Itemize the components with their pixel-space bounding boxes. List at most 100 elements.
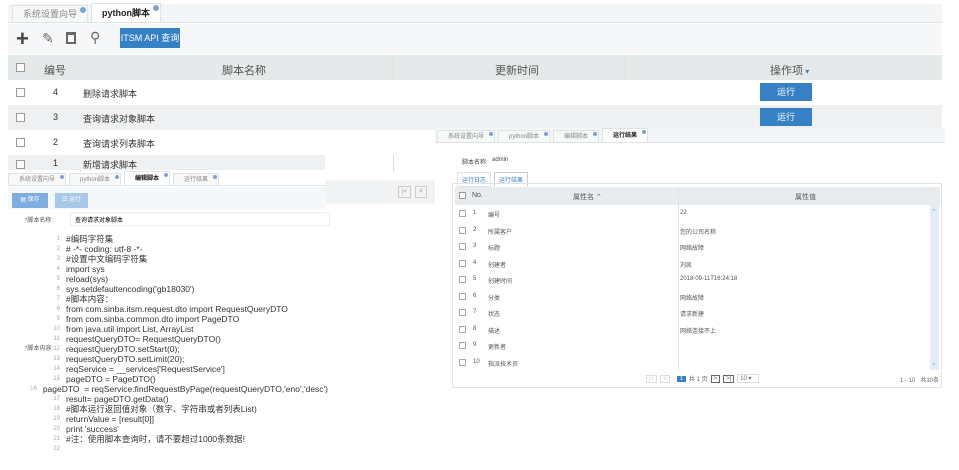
- row-checkbox[interactable]: [16, 160, 25, 169]
- code-line: 21 #注：使用脚本查询时，请不要超过1000条数据!: [53, 434, 245, 444]
- table-row[interactable]: 2 所属客户 您的公司名称: [455, 222, 929, 238]
- result-script-name-label: 脚本名称:: [462, 160, 488, 166]
- code-line: 6 sys.setdefaultencoding('gb18030'): [56, 284, 195, 294]
- run-script-button[interactable]: 运行: [760, 108, 812, 126]
- row-checkbox[interactable]: [459, 243, 466, 250]
- search-icon[interactable]: ⚲: [90, 29, 100, 46]
- pencil-icon[interactable]: ✎: [42, 30, 54, 47]
- list-icon: ☰: [61, 197, 70, 203]
- code-line: 12 requestQueryDTO.setStart(0);: [53, 344, 180, 354]
- tab-run-result[interactable]: 运行结果: [602, 128, 649, 142]
- run-script-button[interactable]: 运行: [760, 83, 812, 101]
- run-button[interactable]: ☰ 运行: [55, 193, 88, 208]
- close-icon[interactable]: [153, 5, 160, 11]
- code-line: 17 result= pageDTO.getData(): [53, 394, 169, 404]
- code-line: 7 #脚本内容：: [56, 294, 114, 304]
- code-line: 8 from com.sinba.itsm.request.dto import …: [56, 304, 288, 314]
- row-checkbox[interactable]: [459, 226, 466, 234]
- pager-first-button[interactable]: |<: [646, 374, 658, 383]
- select-all-checkbox[interactable]: [16, 63, 25, 72]
- close-icon[interactable]: [642, 130, 647, 134]
- table-row[interactable]: 1 新增请求脚本: [8, 155, 325, 170]
- table-row[interactable]: 4 创建者 刘凯: [455, 255, 929, 271]
- plus-icon[interactable]: +: [16, 26, 29, 52]
- code-line: 14 reqService = __services['RequestServic…: [53, 364, 225, 374]
- table-row[interactable]: 6 分类 网络故障: [455, 288, 929, 304]
- tab-system-wizard[interactable]: 系统设置向导: [8, 173, 67, 185]
- row-checkbox[interactable]: [16, 113, 25, 122]
- row-checkbox[interactable]: [16, 88, 25, 97]
- tab-python-script[interactable]: python脚本: [69, 173, 122, 185]
- pager-prev-button[interactable]: <: [415, 186, 427, 198]
- main-table-header: 编号 脚本名称 更新时间 操作项 ▾: [8, 55, 942, 81]
- code-line: 18 #脚本运行返回值对象（数字、字符串或者列表List): [53, 404, 257, 414]
- close-icon[interactable]: [593, 132, 598, 136]
- attr-name-header[interactable]: 属性名 ⌃: [573, 192, 602, 202]
- tab-python-script[interactable]: python脚本: [498, 130, 551, 142]
- tab-run-result[interactable]: 运行结果: [173, 173, 220, 185]
- row-checkbox[interactable]: [459, 309, 466, 316]
- close-icon[interactable]: [80, 7, 87, 13]
- row-checkbox[interactable]: [459, 325, 466, 333]
- tab-edit-script[interactable]: 编辑脚本: [124, 171, 171, 185]
- code-line: 15 pageDTO = PageDTO(): [53, 374, 156, 384]
- pager-prev-button[interactable]: <: [660, 374, 670, 383]
- close-icon[interactable]: [164, 173, 169, 177]
- table-row[interactable]: 1 编号 22: [455, 205, 929, 221]
- table-row[interactable]: 8 描述 网络连接不上: [455, 321, 929, 337]
- result-tab-bar: 系统设置向导 python脚本 编辑脚本 运行结果: [435, 128, 945, 143]
- script-name-label: *脚本名称:: [25, 218, 54, 224]
- main-pager-strip: |< <: [325, 180, 435, 204]
- select-all-checkbox[interactable]: [459, 192, 466, 199]
- pager-next-button[interactable]: >: [710, 374, 721, 383]
- table-row[interactable]: 7 状态 请求新建: [455, 304, 929, 320]
- page-size-select[interactable]: 10 ▾: [737, 374, 760, 383]
- close-icon[interactable]: [489, 132, 494, 136]
- close-icon[interactable]: [115, 175, 120, 179]
- row-checkbox[interactable]: [459, 276, 466, 283]
- trash-icon[interactable]: [66, 32, 76, 44]
- row-checkbox[interactable]: [459, 292, 466, 300]
- tab-python-script[interactable]: python脚本: [91, 3, 162, 22]
- code-line: 2 # -*- coding: utf-8 -*-: [56, 244, 143, 254]
- table-row[interactable]: 5 创建时间 2018-09-11T16:24:18: [455, 271, 929, 287]
- code-line: 9 from com.sinba.common.dto import PageDT…: [56, 314, 240, 324]
- code-editor[interactable]: 1 #编码字符集 2 # -*- coding: utf-8 -*- 3 #设置中文编码字…: [8, 234, 328, 454]
- close-icon[interactable]: [60, 175, 65, 179]
- tab-system-wizard[interactable]: 系统设置向导: [437, 130, 496, 142]
- scrollbar[interactable]: ⌃ ⌄: [930, 205, 939, 370]
- editor-tab-bar: 系统设置向导 python脚本 编辑脚本 运行结果: [8, 171, 325, 186]
- result-script-name-value: admin: [492, 157, 509, 163]
- table-row[interactable]: 4 删除请求脚本 运行: [8, 80, 942, 105]
- table-row[interactable]: 10 指派技术员: [455, 354, 929, 370]
- tab-edit-script[interactable]: 编辑脚本: [553, 130, 600, 142]
- row-checkbox[interactable]: [459, 342, 466, 349]
- tab-system-wizard[interactable]: 系统设置向导: [12, 5, 89, 22]
- itsm-api-query-button[interactable]: ITSM API 查询: [120, 28, 180, 48]
- table-row[interactable]: 3 标题 网络故障: [455, 238, 929, 254]
- row-checkbox[interactable]: [459, 210, 466, 217]
- save-button[interactable]: ▤ 保存: [12, 193, 48, 208]
- pager-last-button[interactable]: >|: [723, 374, 735, 383]
- code-line: 20 print 'success': [53, 424, 119, 434]
- row-checkbox[interactable]: [459, 358, 466, 366]
- code-line: 22: [53, 446, 60, 452]
- code-line: 4 import sys: [56, 264, 105, 274]
- current-page[interactable]: 1: [676, 375, 686, 382]
- pager-first-button[interactable]: |<: [398, 186, 411, 198]
- actions-header[interactable]: 操作项 ▾: [770, 62, 809, 78]
- save-icon: ▤: [20, 197, 28, 203]
- table-row[interactable]: 9 更新者: [455, 337, 929, 353]
- close-icon[interactable]: [544, 132, 549, 136]
- row-checkbox[interactable]: [459, 259, 466, 267]
- row-checkbox[interactable]: [16, 138, 25, 147]
- script-name-input[interactable]: [70, 212, 330, 226]
- close-icon[interactable]: [213, 175, 218, 179]
- code-line: 1 #编码字符集: [56, 234, 114, 244]
- code-line: 13 requestQueryDTO.setLimit(20);: [53, 354, 185, 364]
- code-line: 5 reload(sys): [56, 274, 109, 284]
- code-line: 19 returnValue = [result[0]]: [53, 414, 154, 424]
- table-row[interactable]: 3 查询请求对象脚本 运行: [8, 105, 942, 130]
- code-line: 3 #设置中文编码字符集: [56, 254, 148, 264]
- result-table-header: No. 属性名 ⌃ 属性值: [455, 187, 940, 205]
